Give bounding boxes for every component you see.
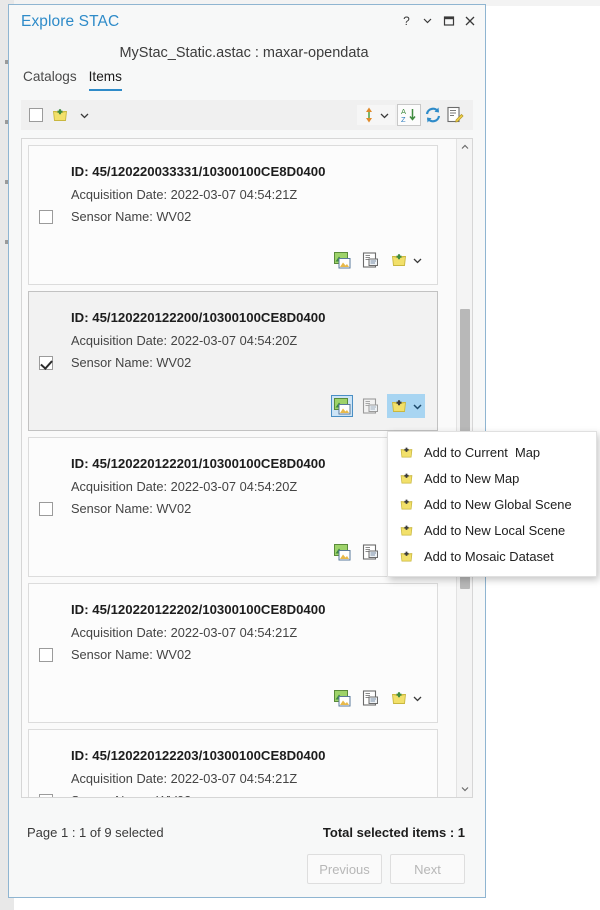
- item-actions: [331, 686, 425, 710]
- metadata-document-icon[interactable]: [359, 249, 381, 271]
- tab-items[interactable]: Items: [89, 69, 122, 91]
- item-card[interactable]: ID: 45/120220122201/10300100CE8D0400 Acq…: [28, 437, 438, 577]
- item-sensor-name: Sensor Name: WV02: [71, 209, 427, 224]
- menu-item-label: Add to New Global Scene: [424, 497, 572, 512]
- item-card[interactable]: ID: 45/120220122200/10300100CE8D0400 Acq…: [28, 291, 438, 431]
- item-sensor-name: Sensor Name: WV02: [71, 793, 427, 798]
- add-layer-icon[interactable]: [388, 249, 410, 271]
- menu-item-label: Add to New Map: [424, 471, 519, 486]
- item-id: ID: 45/120220122200/10300100CE8D0400: [71, 310, 427, 325]
- item-actions: [331, 394, 425, 418]
- add-layer-icon[interactable]: [388, 687, 410, 709]
- item-sensor-name: Sensor Name: WV02: [71, 355, 427, 370]
- item-add-group: [387, 686, 425, 710]
- add-layer-icon: [398, 548, 414, 564]
- add-item-chevron-down-icon[interactable]: [410, 401, 424, 412]
- item-card[interactable]: ID: 45/120220122202/10300100CE8D0400 Acq…: [28, 583, 438, 723]
- item-checkbox[interactable]: [39, 356, 53, 370]
- item-details: ID: 45/120220122203/10300100CE8D0400 Acq…: [71, 748, 427, 798]
- total-selected-label: Total selected items : 1: [323, 825, 465, 840]
- item-checkbox[interactable]: [39, 210, 53, 224]
- items-list-inner: ID: 45/120220033331/10300100CE8D0400 Acq…: [22, 139, 444, 798]
- image-preview-icon[interactable]: [331, 395, 353, 417]
- item-details: ID: 45/120220122202/10300100CE8D0400 Acq…: [71, 602, 427, 669]
- metadata-document-icon[interactable]: [359, 541, 381, 563]
- item-details: ID: 45/120220122200/10300100CE8D0400 Acq…: [71, 310, 427, 377]
- item-id: ID: 45/120220122203/10300100CE8D0400: [71, 748, 427, 763]
- menu-add-to-mosaic-dataset[interactable]: Add to Mosaic Dataset: [388, 543, 596, 569]
- menu-item-label: Add to New Local Scene: [424, 523, 565, 538]
- item-acquisition-date: Acquisition Date: 2022-03-07 04:54:21Z: [71, 625, 427, 640]
- item-sensor-name: Sensor Name: WV02: [71, 501, 427, 516]
- add-layer-chevron-down-icon[interactable]: [77, 110, 91, 121]
- add-item-chevron-down-icon[interactable]: [410, 693, 424, 704]
- item-acquisition-date: Acquisition Date: 2022-03-07 04:54:20Z: [71, 479, 427, 494]
- item-add-group: [387, 394, 425, 418]
- window-title: Explore STAC: [21, 13, 119, 31]
- chevron-down-icon[interactable]: [418, 11, 437, 30]
- next-button[interactable]: Next: [390, 854, 465, 884]
- add-layer-icon: [398, 522, 414, 538]
- image-preview-icon[interactable]: [331, 687, 353, 709]
- maximize-icon[interactable]: [439, 11, 458, 30]
- footer-status-row: Page 1 : 1 of 9 selected Total selected …: [9, 817, 485, 840]
- add-layer-icon[interactable]: [388, 395, 410, 417]
- pagination-controls: Previous Next: [9, 840, 485, 884]
- add-layer-icon: [398, 444, 414, 460]
- add-layer-icon: [398, 470, 414, 486]
- add-to-context-menu: Add to Current Map Add to New Map Add to…: [387, 431, 597, 577]
- edit-document-icon[interactable]: [445, 105, 465, 125]
- item-id: ID: 45/120220122201/10300100CE8D0400: [71, 456, 427, 471]
- select-all-checkbox[interactable]: [29, 108, 43, 122]
- tab-catalogs[interactable]: Catalogs: [23, 69, 77, 91]
- previous-button[interactable]: Previous: [307, 854, 382, 884]
- window-titlebar: Explore STAC ?: [9, 5, 485, 39]
- menu-item-label: Add to Mosaic Dataset: [424, 549, 554, 564]
- close-icon[interactable]: [460, 11, 479, 30]
- scroll-up-arrow-icon[interactable]: [457, 139, 472, 155]
- image-preview-icon[interactable]: [331, 249, 353, 271]
- item-card[interactable]: ID: 45/120220122203/10300100CE8D0400 Acq…: [28, 729, 438, 798]
- footer: Page 1 : 1 of 9 selected Total selected …: [9, 817, 485, 897]
- menu-add-to-current-map[interactable]: Add to Current Map: [388, 439, 596, 465]
- items-toolbar: A Z: [21, 100, 473, 130]
- sort-direction-chevron-down-icon[interactable]: [377, 110, 391, 121]
- item-id: ID: 45/120220033331/10300100CE8D0400: [71, 164, 427, 179]
- item-acquisition-date: Acquisition Date: 2022-03-07 04:54:20Z: [71, 333, 427, 348]
- sort-updown-arrows-icon: [361, 106, 377, 124]
- window-controls: ?: [397, 11, 479, 30]
- help-icon[interactable]: ?: [397, 11, 416, 30]
- svg-text:Z: Z: [401, 115, 406, 124]
- item-sensor-name: Sensor Name: WV02: [71, 647, 427, 662]
- item-acquisition-date: Acquisition Date: 2022-03-07 04:54:21Z: [71, 187, 427, 202]
- item-add-group: [387, 248, 425, 272]
- catalog-subtitle: MyStac_Static.astac : maxar-opendata: [9, 39, 479, 61]
- sort-az-icon[interactable]: A Z: [397, 104, 421, 126]
- add-item-chevron-down-icon[interactable]: [410, 255, 424, 266]
- item-actions: [331, 248, 425, 272]
- menu-add-to-new-map[interactable]: Add to New Map: [388, 465, 596, 491]
- sort-direction-group[interactable]: [357, 105, 395, 125]
- tab-bar: Catalogs Items: [9, 61, 485, 91]
- add-layer-icon: [398, 496, 414, 512]
- scroll-down-arrow-icon[interactable]: [457, 781, 472, 797]
- item-details: ID: 45/120220122201/10300100CE8D0400 Acq…: [71, 456, 427, 523]
- item-checkbox[interactable]: [39, 502, 53, 516]
- metadata-document-icon[interactable]: [359, 687, 381, 709]
- menu-add-to-new-global-scene[interactable]: Add to New Global Scene: [388, 491, 596, 517]
- add-layer-icon[interactable]: [51, 106, 69, 124]
- item-acquisition-date: Acquisition Date: 2022-03-07 04:54:21Z: [71, 771, 427, 786]
- menu-item-label: Add to Current Map: [424, 445, 540, 460]
- page-status-label: Page 1 : 1 of 9 selected: [27, 825, 164, 840]
- refresh-icon[interactable]: [423, 105, 443, 125]
- item-checkbox[interactable]: [39, 794, 53, 798]
- item-details: ID: 45/120220033331/10300100CE8D0400 Acq…: [71, 164, 427, 231]
- image-preview-icon[interactable]: [331, 541, 353, 563]
- item-card[interactable]: ID: 45/120220033331/10300100CE8D0400 Acq…: [28, 145, 438, 285]
- metadata-document-icon[interactable]: [359, 395, 381, 417]
- menu-add-to-new-local-scene[interactable]: Add to New Local Scene: [388, 517, 596, 543]
- item-checkbox[interactable]: [39, 648, 53, 662]
- item-id: ID: 45/120220122202/10300100CE8D0400: [71, 602, 427, 617]
